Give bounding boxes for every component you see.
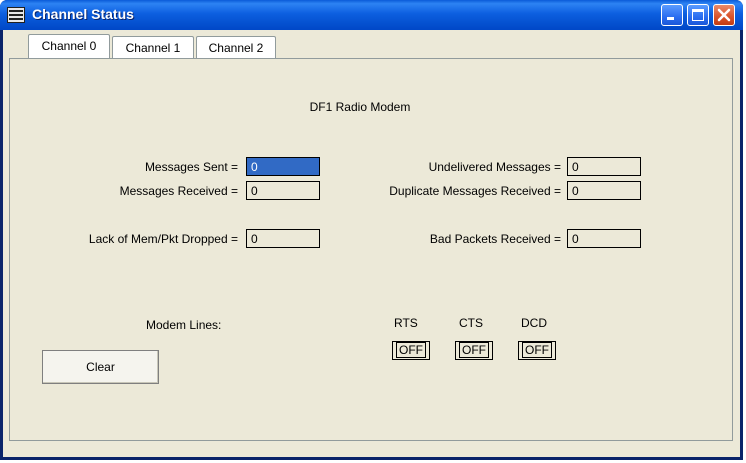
dcd-indicator: OFF [518,341,556,360]
undelivered-label: Undelivered Messages = [428,160,561,174]
window-title: Channel Status [32,6,134,22]
app-icon [7,7,25,23]
cts-indicator: OFF [455,341,493,360]
messages-sent-field[interactable]: 0 [246,157,320,176]
channel-status-window: Channel Status Channel 0 Channel 1 Chann… [0,0,743,460]
cts-label: CTS [459,316,483,330]
rts-indicator: OFF [392,341,430,360]
clear-button[interactable]: Clear [42,350,159,384]
title-bar[interactable]: Channel Status [0,0,743,30]
messages-received-field[interactable]: 0 [246,181,320,200]
bad-packets-label: Bad Packets Received = [429,232,561,246]
duplicate-field[interactable]: 0 [567,181,641,200]
lack-of-mem-field[interactable]: 0 [246,229,320,248]
minimize-icon [667,17,674,20]
panel-heading: DF1 Radio Modem [309,100,411,114]
tab-channel-1[interactable]: Channel 1 [112,36,194,60]
modem-lines-label: Modem Lines: [146,318,222,332]
close-icon [717,8,731,22]
tab-channel-0[interactable]: Channel 0 [28,34,110,58]
maximize-icon [692,9,704,21]
rts-label: RTS [394,316,418,330]
maximize-button[interactable] [687,4,709,26]
minimize-button[interactable] [661,4,683,26]
bad-packets-field[interactable]: 0 [567,229,641,248]
messages-sent-label: Messages Sent = [144,160,238,174]
tab-channel-2[interactable]: Channel 2 [196,36,276,60]
close-button[interactable] [713,4,735,26]
duplicate-label: Duplicate Messages Received = [389,184,561,198]
dcd-label: DCD [521,316,547,330]
messages-received-label: Messages Received = [119,184,238,198]
lack-of-mem-label: Lack of Mem/Pkt Dropped = [88,232,238,246]
undelivered-field[interactable]: 0 [567,157,641,176]
